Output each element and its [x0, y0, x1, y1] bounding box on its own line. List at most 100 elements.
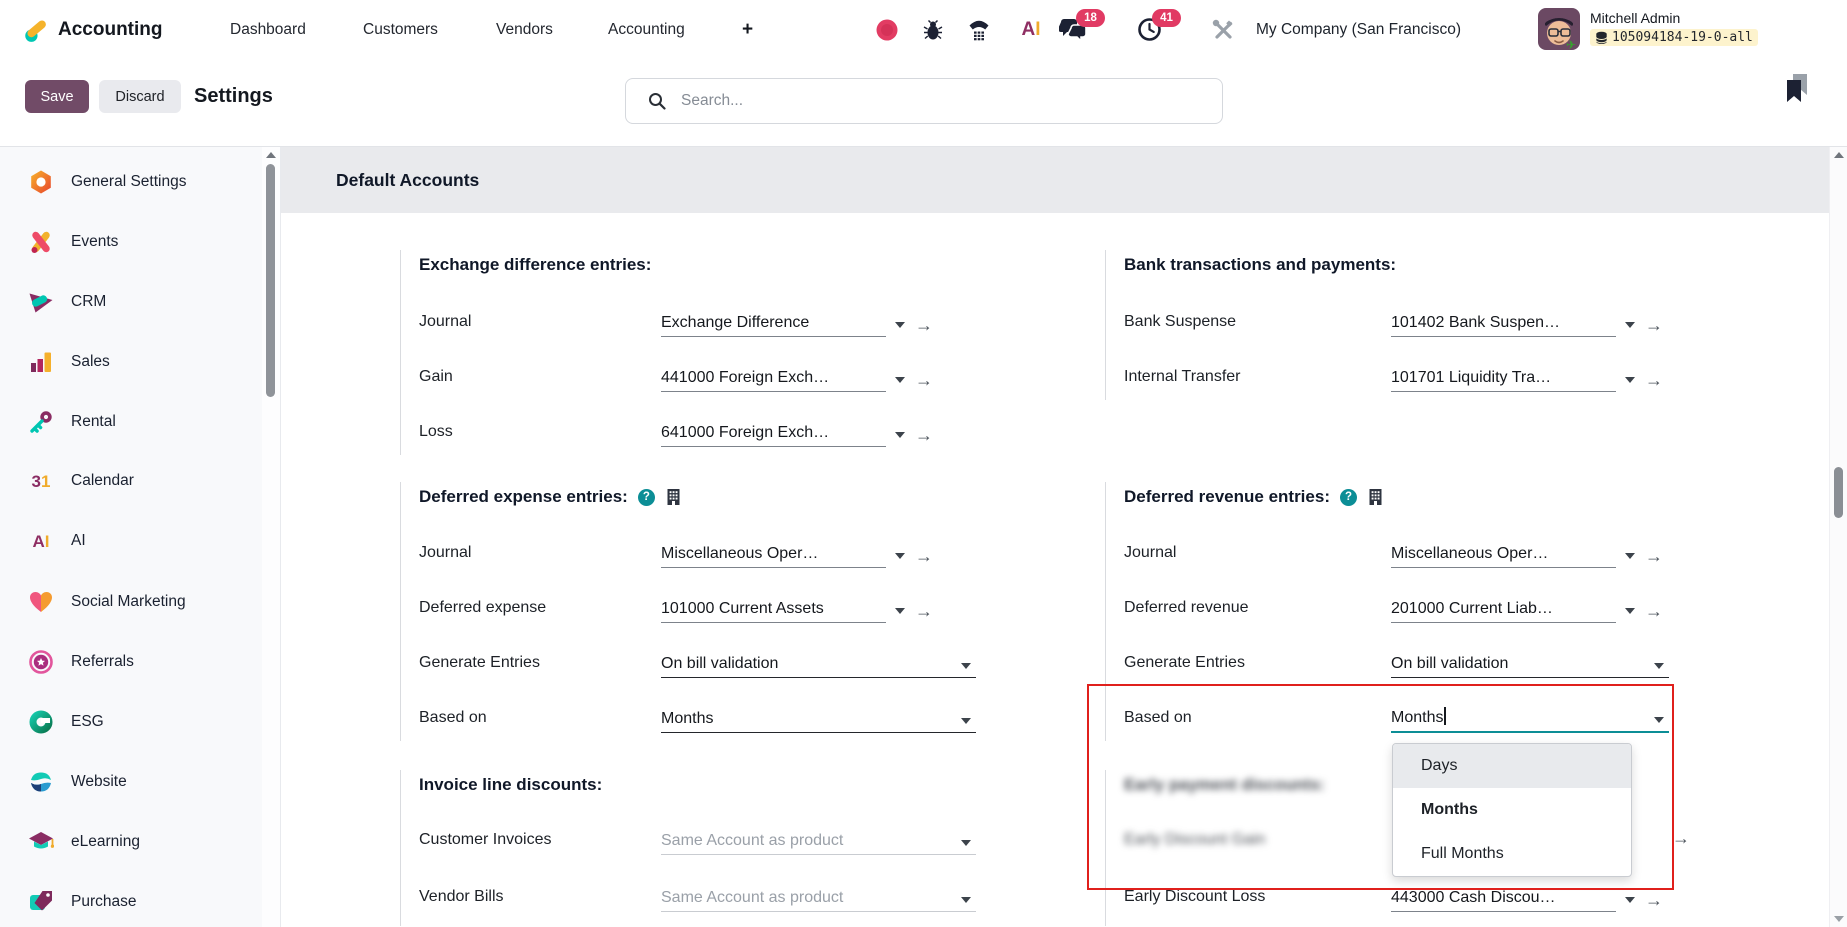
chevron-down-icon[interactable]: [1654, 717, 1664, 723]
scroll-down-arrow-icon[interactable]: [1834, 916, 1844, 922]
field-row-generate-entries: Generate Entries On bill validation: [1124, 648, 1706, 678]
sidebar-item-events[interactable]: Events: [0, 225, 290, 259]
internal-link-arrow-icon[interactable]: →: [915, 371, 933, 389]
based-on-select-editing[interactable]: Months: [1391, 707, 1669, 733]
internal-link-arrow-icon[interactable]: →: [1645, 371, 1663, 389]
deferred-revenue-account-field[interactable]: 201000 Current Liab…: [1391, 600, 1616, 623]
help-icon[interactable]: ?: [1340, 489, 1357, 506]
menu-customers[interactable]: Customers: [363, 0, 438, 59]
page-scroll-thumb[interactable]: [1834, 467, 1843, 518]
bug-icon[interactable]: [918, 0, 948, 59]
chevron-down-icon[interactable]: [895, 608, 905, 614]
bookmark-icon[interactable]: [1784, 73, 1810, 109]
sidebar-scrollbar[interactable]: [262, 147, 280, 927]
save-button[interactable]: Save: [25, 80, 89, 113]
clock-icon[interactable]: 41: [1134, 0, 1164, 59]
company-switcher[interactable]: My Company (San Francisco): [1256, 0, 1461, 59]
sidebar-item-label: Rental: [71, 413, 116, 431]
internal-link-arrow-icon[interactable]: →: [915, 602, 933, 620]
journal-field[interactable]: Exchange Difference: [661, 314, 886, 337]
chevron-down-icon[interactable]: [895, 377, 905, 383]
dropdown-option-full-months[interactable]: Full Months: [1393, 832, 1631, 876]
internal-link-arrow-icon[interactable]: →: [1645, 547, 1663, 565]
internal-link-arrow-icon[interactable]: →: [1672, 829, 1690, 847]
chevron-down-icon[interactable]: [1625, 897, 1635, 903]
search-box[interactable]: [625, 78, 1223, 124]
chevron-down-icon[interactable]: [1625, 377, 1635, 383]
scroll-up-arrow-icon[interactable]: [266, 152, 276, 158]
based-on-select[interactable]: Months: [661, 710, 976, 733]
deferred-expense-journal-field[interactable]: Miscellaneous Oper…: [661, 545, 886, 568]
chevron-down-icon[interactable]: [1625, 322, 1635, 328]
internal-link-arrow-icon[interactable]: →: [1645, 602, 1663, 620]
internal-link-arrow-icon[interactable]: →: [915, 316, 933, 334]
scroll-up-arrow-icon[interactable]: [1834, 152, 1844, 158]
sidebar-item-esg[interactable]: ESG: [0, 705, 290, 739]
field-row-bank-suspense: Bank Suspense 101402 Bank Suspen… →: [1124, 307, 1706, 337]
sidebar-item-crm[interactable]: CRM: [0, 285, 290, 319]
menu-vendors[interactable]: Vendors: [496, 0, 553, 59]
menu-accounting[interactable]: Accounting: [608, 0, 685, 59]
loss-account-field[interactable]: 641000 Foreign Exch…: [661, 424, 886, 447]
chevron-down-icon[interactable]: [1625, 553, 1635, 559]
bank-suspense-field[interactable]: 101402 Bank Suspen…: [1391, 314, 1616, 337]
chevron-down-icon[interactable]: [1654, 663, 1664, 669]
generate-entries-select[interactable]: On bill validation: [1391, 655, 1669, 678]
generate-entries-select[interactable]: On bill validation: [661, 655, 976, 678]
phone-icon[interactable]: [964, 0, 994, 59]
chevron-down-icon[interactable]: [961, 718, 971, 724]
chevron-down-icon[interactable]: [895, 322, 905, 328]
deferred-revenue-journal-field[interactable]: Miscellaneous Oper…: [1391, 545, 1616, 568]
internal-link-arrow-icon[interactable]: →: [915, 426, 933, 444]
chevron-down-icon[interactable]: [961, 663, 971, 669]
avatar[interactable]: ✈: [1538, 8, 1580, 50]
page-scrollbar[interactable]: [1829, 147, 1847, 927]
dropdown-option-months[interactable]: Months: [1393, 788, 1631, 832]
internal-transfer-field[interactable]: 101701 Liquidity Tra…: [1391, 369, 1616, 392]
chevron-down-icon[interactable]: [1625, 608, 1635, 614]
add-menu-button[interactable]: +: [742, 0, 753, 59]
chat-icon[interactable]: 18: [1058, 0, 1088, 59]
key-icon: [28, 409, 54, 435]
chevron-down-icon[interactable]: [961, 840, 971, 846]
calendar-31-icon: 31: [28, 468, 54, 494]
chevron-down-icon[interactable]: [961, 897, 971, 903]
internal-link-arrow-icon[interactable]: →: [915, 547, 933, 565]
svg-text:✈: ✈: [1566, 38, 1576, 50]
record-icon[interactable]: [872, 0, 902, 59]
menu-dashboard[interactable]: Dashboard: [230, 0, 306, 59]
sidebar-item-social-marketing[interactable]: Social Marketing: [0, 585, 290, 619]
vendor-bills-select[interactable]: Same Account as product: [661, 889, 976, 912]
customer-invoices-select[interactable]: Same Account as product: [661, 832, 976, 855]
chevron-down-icon[interactable]: [895, 553, 905, 559]
sidebar-item-referrals[interactable]: Referrals: [0, 645, 290, 679]
sidebar-item-purchase[interactable]: Purchase: [0, 885, 290, 919]
field-label: Vendor Bills: [419, 888, 504, 906]
sidebar-item-ai[interactable]: AI AI: [0, 524, 290, 558]
field-row-deferred-expense: Deferred expense 101000 Current Assets→: [419, 593, 986, 623]
sidebar-item-calendar[interactable]: 31 Calendar: [0, 464, 290, 498]
early-discount-loss-field[interactable]: 443000 Cash Discou…: [1391, 889, 1616, 912]
dropdown-option-days[interactable]: Days: [1393, 744, 1631, 788]
search-input[interactable]: [679, 91, 1163, 111]
deferred-expense-account-field[interactable]: 101000 Current Assets: [661, 600, 886, 623]
field-label: Generate Entries: [419, 654, 540, 672]
sidebar-item-sales[interactable]: Sales: [0, 345, 290, 379]
sidebar-item-general-settings[interactable]: General Settings: [0, 165, 290, 199]
help-icon[interactable]: ?: [638, 489, 655, 506]
sidebar-item-website[interactable]: Website: [0, 765, 290, 799]
sidebar-scroll-thumb[interactable]: [266, 164, 275, 397]
ai-icon[interactable]: AI: [1012, 0, 1050, 59]
discard-button[interactable]: Discard: [99, 80, 181, 113]
user-block[interactable]: Mitchell Admin 105094184-19-0-all: [1590, 9, 1758, 46]
sidebar-item-rental[interactable]: Rental: [0, 405, 290, 439]
field-label: Bank Suspense: [1124, 313, 1236, 331]
internal-link-arrow-icon[interactable]: →: [1645, 891, 1663, 909]
gain-account-field[interactable]: 441000 Foreign Exch…: [661, 369, 886, 392]
internal-link-arrow-icon[interactable]: →: [1645, 316, 1663, 334]
app-brand[interactable]: Accounting: [22, 0, 163, 59]
sidebar-item-label: Purchase: [71, 893, 136, 911]
sidebar-item-elearning[interactable]: eLearning: [0, 825, 290, 859]
chevron-down-icon[interactable]: [895, 432, 905, 438]
tools-icon[interactable]: [1208, 0, 1238, 59]
